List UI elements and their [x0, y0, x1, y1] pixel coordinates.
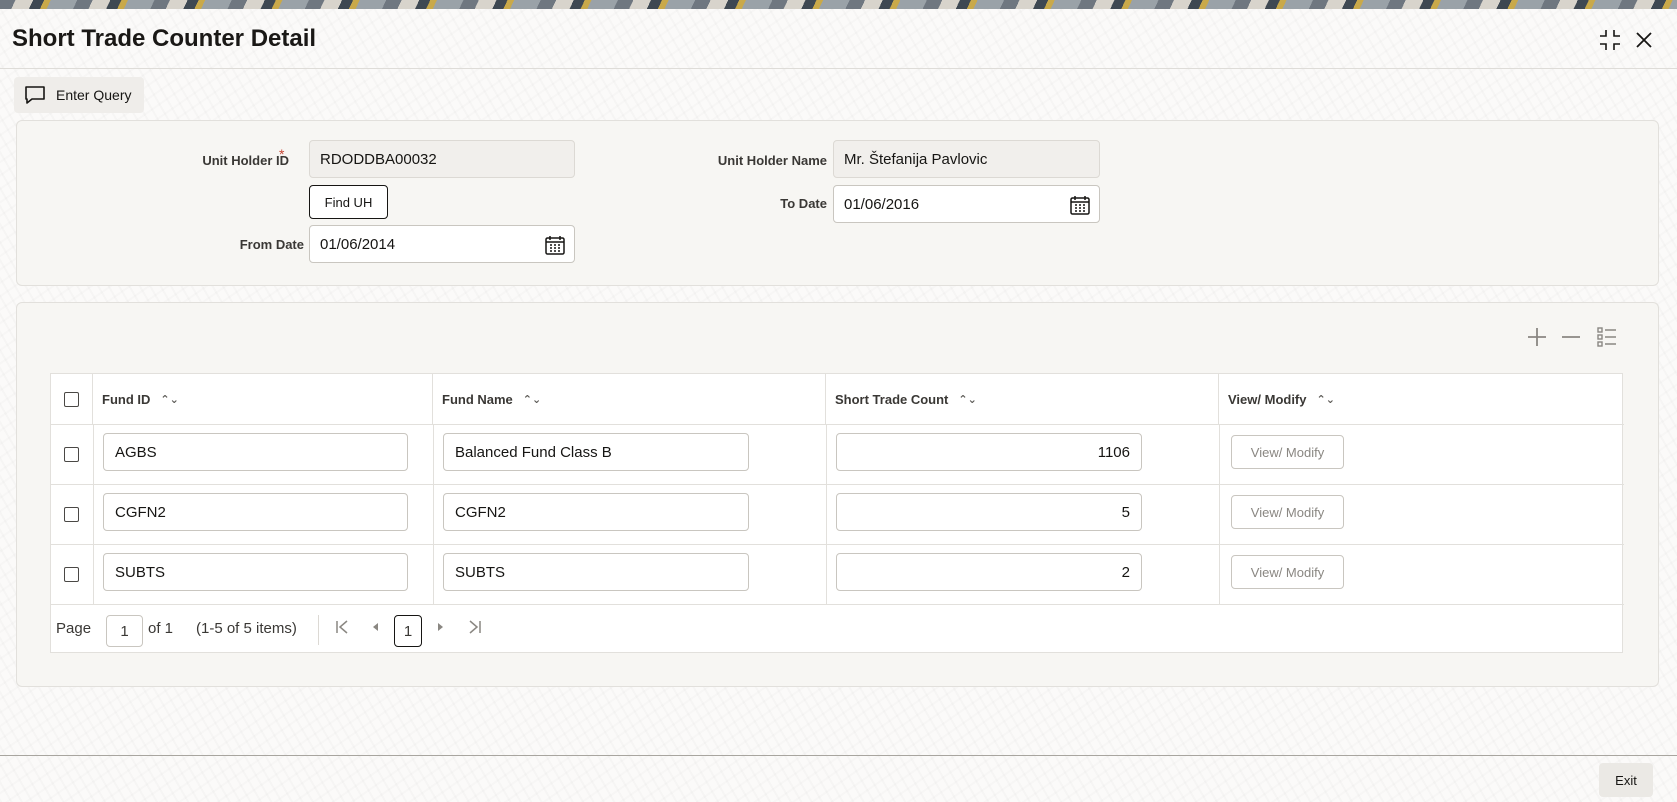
add-row-icon[interactable]	[1526, 326, 1548, 353]
from-date-label: From Date	[239, 237, 304, 252]
enter-query-button[interactable]: Enter Query	[14, 77, 144, 113]
unit-holder-id-label: Unit Holder ID	[202, 153, 289, 168]
view-modify-button[interactable]: View/ Modify	[1231, 435, 1344, 469]
row-checkbox[interactable]	[64, 567, 79, 582]
unit-holder-name-label: Unit Holder Name	[717, 153, 827, 168]
select-all-header	[51, 374, 93, 424]
find-uh-button[interactable]: Find UH	[309, 185, 388, 219]
chat-bubble-icon	[25, 86, 45, 104]
sort-icon[interactable]: ⌃⌄	[1317, 393, 1335, 406]
from-date-value: 01/06/2014	[320, 235, 396, 253]
view-modify-button[interactable]: View/ Modify	[1231, 555, 1344, 589]
footer-bar: Exit	[0, 755, 1677, 802]
window-titlebar: Short Trade Counter Detail	[0, 9, 1677, 69]
from-date-field[interactable]: 01/06/2014	[309, 225, 575, 263]
column-label: Fund ID	[102, 391, 151, 407]
page-of-label: of 1	[148, 620, 174, 637]
page-input[interactable]: 1	[106, 615, 143, 647]
close-icon[interactable]	[1631, 27, 1657, 53]
column-label: Short Trade Count	[835, 391, 949, 407]
table-row: CGFN2 CGFN2 5 View/ Modify	[51, 484, 1624, 544]
query-form-panel: Unit Holder ID * RDODDBA00032 Find UH Fr…	[16, 120, 1659, 286]
unit-holder-id-field[interactable]: RDODDBA00032	[309, 140, 575, 178]
page-title: Short Trade Counter Detail	[12, 25, 317, 52]
column-label: View/ Modify	[1228, 391, 1307, 407]
decorative-header-strip	[0, 0, 1677, 9]
sort-icon[interactable]: ⌃⌄	[160, 393, 178, 406]
first-page-icon[interactable]	[334, 619, 350, 639]
previous-page-icon[interactable]	[369, 619, 381, 639]
fund-id-field[interactable]: CGFN2	[103, 493, 408, 531]
to-date-label: To Date	[780, 196, 827, 211]
required-marker: *	[279, 146, 285, 162]
calendar-icon[interactable]	[544, 234, 566, 256]
page-label: Page	[56, 620, 92, 637]
fund-name-field[interactable]: SUBTS	[443, 553, 749, 591]
table-row: SUBTS SUBTS 2 View/ Modify	[51, 544, 1624, 604]
unit-holder-name-field[interactable]: Mr. Štefanija Pavlovic	[833, 140, 1100, 178]
column-header-fund-name[interactable]: Fund Name ⌃⌄	[433, 374, 826, 424]
column-header-view-modify[interactable]: View/ Modify ⌃⌄	[1219, 374, 1624, 424]
fund-id-field[interactable]: AGBS	[103, 433, 408, 471]
row-checkbox[interactable]	[64, 447, 79, 462]
fund-name-field[interactable]: Balanced Fund Class B	[443, 433, 749, 471]
sort-icon[interactable]: ⌃⌄	[523, 393, 541, 406]
fund-id-field[interactable]: SUBTS	[103, 553, 408, 591]
exit-button[interactable]: Exit	[1599, 763, 1653, 797]
pager-divider	[318, 615, 319, 645]
row-checkbox[interactable]	[64, 507, 79, 522]
to-date-field[interactable]: 01/06/2016	[833, 185, 1100, 223]
sort-icon[interactable]: ⌃⌄	[958, 393, 976, 406]
select-all-checkbox[interactable]	[64, 391, 79, 407]
short-trade-count-field[interactable]: 2	[836, 553, 1142, 591]
list-settings-icon[interactable]	[1596, 326, 1618, 353]
short-trade-count-field[interactable]: 1106	[836, 433, 1142, 471]
pagination-bar: Page 1 of 1 (1-5 of 5 items) 1	[51, 604, 1624, 654]
page-items-label: (1-5 of 5 items)	[196, 620, 297, 637]
column-header-fund-id[interactable]: Fund ID ⌃⌄	[93, 374, 433, 424]
calendar-icon[interactable]	[1069, 194, 1091, 216]
next-page-icon[interactable]	[435, 619, 447, 639]
short-trade-count-field[interactable]: 5	[836, 493, 1142, 531]
view-modify-button[interactable]: View/ Modify	[1231, 495, 1344, 529]
fund-name-field[interactable]: CGFN2	[443, 493, 749, 531]
table-row: AGBS Balanced Fund Class B 1106 View/ Mo…	[51, 424, 1624, 484]
fund-grid-table: Fund ID ⌃⌄ Fund Name ⌃⌄ Short Trade Coun…	[50, 373, 1624, 654]
enter-query-label: Enter Query	[56, 87, 132, 103]
to-date-value: 01/06/2016	[844, 195, 920, 213]
last-page-icon[interactable]	[467, 619, 483, 639]
column-header-short-trade-count[interactable]: Short Trade Count ⌃⌄	[826, 374, 1219, 424]
current-page-button[interactable]: 1	[394, 615, 422, 647]
maximize-icon[interactable]	[1597, 27, 1623, 53]
remove-row-icon[interactable]	[1560, 326, 1582, 353]
column-label: Fund Name	[442, 391, 513, 407]
